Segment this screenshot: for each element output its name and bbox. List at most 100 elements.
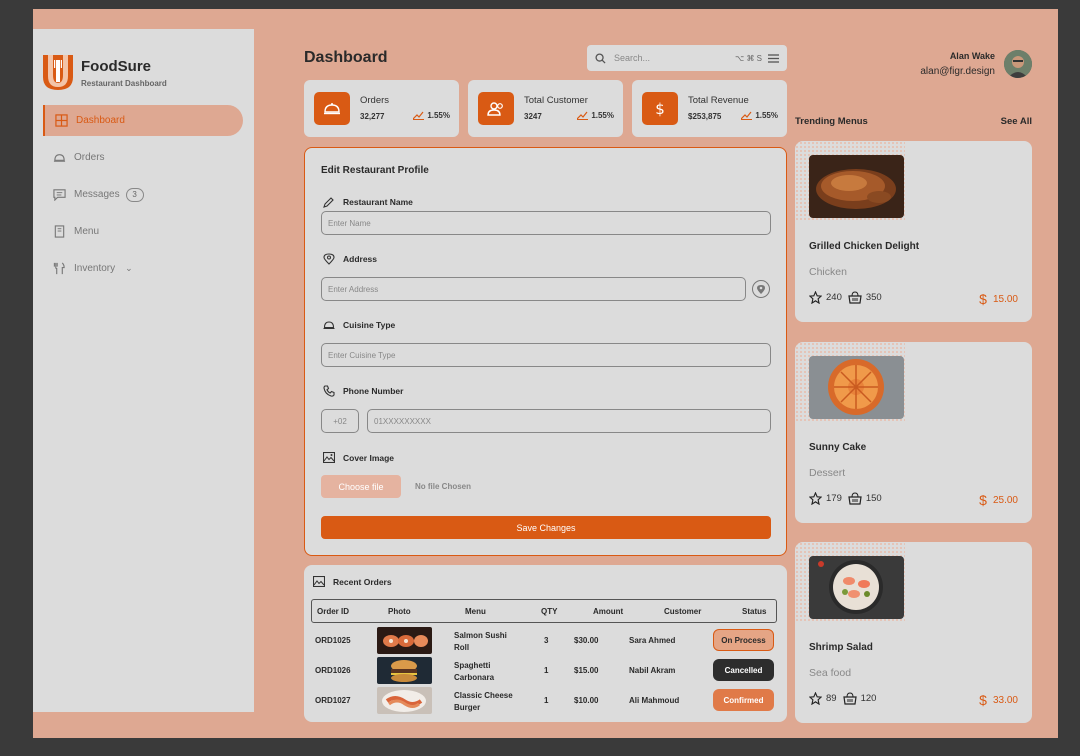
menu-photo	[809, 155, 904, 218]
dollar-icon: $	[979, 692, 987, 708]
book-icon	[54, 225, 65, 238]
sidebar-item-inventory[interactable]: Inventory ⌄	[43, 253, 243, 284]
cloche-icon	[314, 92, 350, 125]
search-input[interactable]: Search...	[614, 53, 735, 63]
menu-price: $33.00	[979, 692, 1018, 708]
image-icon	[313, 576, 325, 587]
stat-value: $253,875	[688, 112, 722, 121]
col-photo: Photo	[388, 607, 411, 616]
order-id: ORD1027	[315, 696, 351, 705]
sidebar-item-messages[interactable]: Messages 3	[43, 179, 243, 210]
stat-change-value: 1.55%	[591, 111, 614, 120]
stat-value: 32,277	[360, 112, 385, 121]
basket-icon	[848, 492, 862, 505]
menu-card[interactable]: Grilled Chicken Delight Chicken 240 350 …	[795, 141, 1032, 322]
sidebar-item-label: Dashboard	[76, 115, 125, 126]
restaurant-name-input[interactable]: Enter Name	[321, 211, 771, 235]
avatar[interactable]	[1004, 50, 1032, 78]
menu-price-value: 33.00	[992, 694, 1018, 706]
table-row[interactable]: ORD1026 Spaghetti Carbonara 1 $15.00 Nab…	[311, 657, 777, 685]
svg-text:$: $	[655, 100, 665, 118]
trend-up-icon	[577, 111, 589, 120]
restaurant-name-label: Restaurant Name	[323, 196, 413, 208]
menu-card[interactable]: Sunny Cake Dessert 179 150 $25.00	[795, 342, 1032, 523]
sidebar-item-label: Inventory	[74, 263, 116, 274]
menu-rating: 89	[826, 693, 837, 704]
order-photo	[377, 627, 432, 654]
menu-category: Sea food	[809, 667, 852, 679]
address-input[interactable]: Enter Address	[321, 277, 746, 301]
menu-name: Grilled Chicken Delight	[809, 241, 920, 252]
menu-category: Chicken	[809, 266, 847, 278]
order-customer: Nabil Akram	[629, 666, 676, 675]
edit-profile-title: Edit Restaurant Profile	[321, 165, 429, 176]
page-title: Dashboard	[304, 49, 388, 66]
location-pin-icon	[323, 253, 335, 265]
cuisine-type-input[interactable]: Enter Cuisine Type	[321, 343, 771, 367]
country-code-input[interactable]: +02	[321, 409, 359, 433]
phone-number-label: Phone Number	[323, 385, 403, 397]
stat-label: Total Customer	[524, 95, 588, 106]
stat-change: 1.55%	[741, 111, 778, 120]
sidebar-item-orders[interactable]: Orders	[43, 142, 243, 173]
trend-up-icon	[741, 111, 753, 120]
stat-change: 1.55%	[413, 111, 450, 120]
recent-orders-label: Recent Orders	[333, 576, 392, 587]
menu-lines-icon[interactable]	[768, 53, 779, 63]
order-customer: Sara Ahmed	[629, 636, 676, 645]
basket-icon	[842, 692, 857, 705]
menu-price-value: 25.00	[992, 494, 1018, 506]
stat-label: Total Revenue	[688, 95, 749, 106]
cuisine-type-label: Cuisine Type	[323, 319, 395, 331]
order-menu: Salmon Sushi Roll	[454, 631, 507, 652]
search-bar[interactable]: Search... ⌥ ⌘ S	[587, 45, 787, 71]
field-label: Cover Image	[343, 452, 395, 463]
status-badge: Confirmed	[713, 689, 774, 711]
table-row[interactable]: ORD1027 Classic Cheese Burger 1 $10.00 A…	[311, 687, 777, 715]
menu-card[interactable]: Shrimp Salad Sea food 89 120 $33.00	[795, 542, 1032, 723]
menu-orders: 350	[865, 292, 882, 303]
order-menu: Classic Cheese Burger	[454, 691, 513, 712]
menu-meta: 240 350	[809, 291, 882, 304]
col-status: Status	[742, 607, 767, 616]
brand-subtitle: Restaurant Dashboard	[81, 79, 167, 88]
order-id: ORD1026	[315, 666, 351, 675]
field-label: Phone Number	[343, 386, 404, 396]
basket-icon	[848, 291, 862, 304]
chevron-down-icon[interactable]: ⌄	[125, 263, 133, 274]
menu-price: $25.00	[979, 492, 1018, 508]
choose-file-button[interactable]: Choose file	[321, 475, 401, 498]
star-icon	[809, 692, 822, 705]
cloche-icon	[53, 154, 66, 162]
sidebar: FoodSure Restaurant Dashboard Dashboard …	[33, 29, 254, 712]
sidebar-item-menu[interactable]: Menu	[43, 216, 243, 247]
order-qty: 1	[544, 696, 549, 705]
stat-card-orders: Orders 32,277 1.55%	[304, 80, 459, 137]
brand-name: FoodSure	[81, 58, 151, 75]
order-menu: Spaghetti Carbonara	[454, 661, 495, 682]
no-file-text: No file Chosen	[415, 482, 472, 491]
order-qty: 3	[544, 636, 549, 645]
save-changes-button[interactable]: Save Changes	[321, 516, 771, 539]
order-qty: 1	[544, 666, 549, 675]
col-customer: Customer	[664, 607, 702, 616]
dollar-icon: $	[979, 492, 987, 508]
recent-orders-title: Recent Orders	[313, 576, 392, 587]
stat-change: 1.55%	[577, 111, 614, 120]
menu-meta: 89 120	[809, 692, 876, 705]
menu-photo	[809, 556, 904, 619]
star-icon	[809, 492, 822, 505]
order-amount: $30.00	[574, 636, 599, 645]
menu-price: $15.00	[979, 291, 1018, 307]
sidebar-item-label: Messages	[74, 189, 120, 200]
grid-icon	[55, 114, 68, 127]
stat-card-revenue: $ Total Revenue $253,875 1.55%	[632, 80, 787, 137]
table-row[interactable]: ORD1025 Salmon Sushi Roll 3 $30.00 Sara …	[311, 627, 777, 655]
see-all-link[interactable]: See All	[1001, 116, 1032, 127]
order-amount: $10.00	[574, 696, 599, 705]
utensils-icon	[53, 262, 65, 275]
phone-number-input[interactable]: 01XXXXXXXXX	[367, 409, 771, 433]
field-label: Restaurant Name	[343, 197, 413, 207]
map-pin-icon[interactable]	[752, 280, 770, 298]
sidebar-item-dashboard[interactable]: Dashboard	[43, 105, 243, 136]
